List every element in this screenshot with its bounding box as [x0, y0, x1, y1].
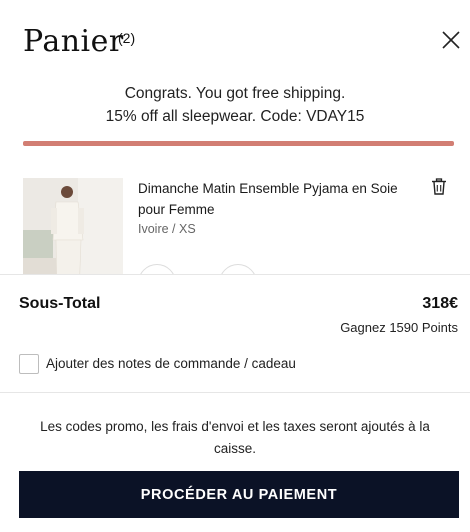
checkout-button[interactable]: Procéder au paiement	[19, 471, 459, 518]
subtotal-value: 318€	[422, 295, 458, 312]
cart-item: Dimanche Matin Ensemble Pyjama en Soie p…	[23, 178, 454, 274]
subtotal-label: Sous-Total	[19, 295, 101, 312]
cart-header: Panier (2)	[0, 0, 470, 80]
cart-item-count: (2)	[118, 30, 136, 46]
free-shipping-message: Congrats. You got free shipping.	[124, 85, 346, 102]
quantity-decrease-button[interactable]	[138, 264, 176, 274]
product-variant: Ivoire / XS	[138, 222, 196, 236]
checkout-disclaimer: Les codes promo, les frais d'envoi et le…	[40, 419, 430, 456]
reward-points: Gagnez 1590 Points	[340, 320, 458, 335]
divider	[0, 392, 470, 393]
product-name[interactable]: Dimanche Matin Ensemble Pyjama en Soie p…	[138, 178, 398, 220]
order-notes-checkbox[interactable]	[19, 354, 39, 374]
order-notes-label[interactable]: Ajouter des notes de commande / cadeau	[46, 356, 296, 371]
free-shipping-progress-bar	[23, 141, 454, 146]
shipping-banner: Congrats. You got free shipping. 15% off…	[0, 82, 470, 128]
trash-icon[interactable]	[430, 178, 448, 196]
close-icon[interactable]	[441, 30, 461, 50]
cart-title: Panier	[23, 24, 124, 59]
product-image[interactable]	[23, 178, 123, 274]
quantity-increase-button[interactable]	[219, 264, 257, 274]
promo-code-message: 15% off all sleepwear. Code: VDAY15	[105, 108, 365, 125]
divider	[0, 274, 470, 275]
